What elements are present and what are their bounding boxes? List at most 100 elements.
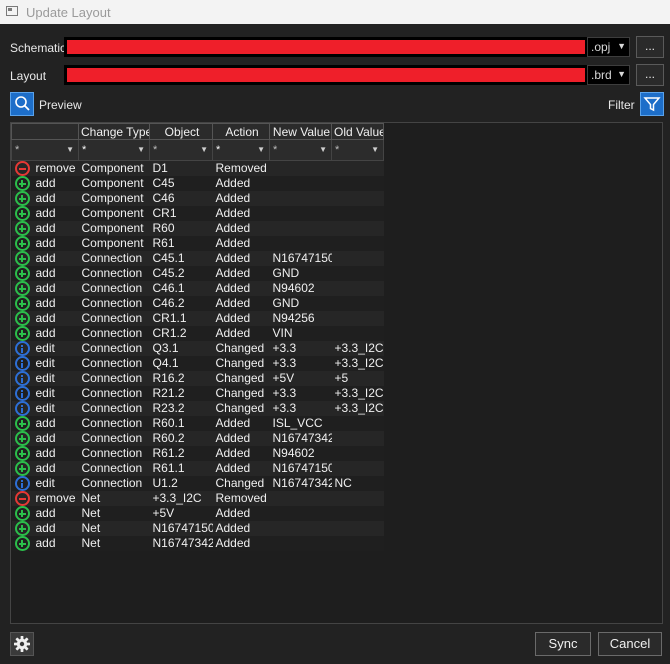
add-icon [14, 221, 30, 236]
change-object-kind-cell: Connection [78, 476, 150, 491]
new-value-cell [269, 176, 332, 191]
filter-label: Filter [608, 98, 635, 112]
new-value-cell: +3.3 [269, 386, 332, 401]
change-type-label: add [35, 191, 56, 205]
table-row[interactable]: add Connection R61.2 Added N94602 [11, 446, 384, 461]
change-object-kind-cell: Component [78, 176, 150, 191]
filter-old-value-select[interactable]: * ▼ [332, 140, 383, 160]
filter-object-select[interactable]: * ▼ [150, 140, 212, 160]
table-row[interactable]: edit Connection Q3.1 Changed +3.3 +3.3_I2C [11, 341, 384, 356]
object-cell: C46.1 [149, 281, 213, 296]
schematic-extension-select[interactable]: .opj ▼ [587, 37, 630, 57]
filter-change-type-select[interactable]: * ▼ [79, 140, 149, 160]
table-row[interactable]: add Connection R60.1 Added ISL_VCC [11, 416, 384, 431]
table-row[interactable]: add Component R60 Added [11, 221, 384, 236]
table-row[interactable]: add Component CR1 Added [11, 206, 384, 221]
old-value-cell: +3.3_I2C [331, 401, 384, 416]
preview-button[interactable] [10, 92, 34, 116]
filter-type-select[interactable]: * ▼ [12, 140, 78, 160]
layout-extension-select[interactable]: .brd ▼ [587, 65, 630, 85]
change-type-label: add [35, 311, 56, 325]
table-row[interactable]: add Net N16747150 Added [11, 521, 384, 536]
new-value-cell [269, 236, 332, 251]
schematic-browse-button[interactable]: ... [636, 36, 664, 58]
old-value-cell [331, 176, 384, 191]
search-icon [15, 96, 30, 111]
object-cell: R61.1 [149, 461, 213, 476]
change-type-label: edit [35, 386, 55, 400]
column-header-new-value[interactable]: New Value [269, 123, 332, 140]
add-icon [14, 461, 30, 476]
change-object-kind-cell: Component [78, 191, 150, 206]
table-row[interactable]: edit Connection R16.2 Changed +5V +5 [11, 371, 384, 386]
change-type-cell: add [11, 506, 79, 521]
action-cell: Added [212, 431, 270, 446]
table-row[interactable]: remove Net +3.3_I2C Removed [11, 491, 384, 506]
table-row[interactable]: add Connection C45.2 Added GND [11, 266, 384, 281]
new-value-cell: N94256 [269, 311, 332, 326]
table-row[interactable]: edit Connection R21.2 Changed +3.3 +3.3_I2C [11, 386, 384, 401]
table-row[interactable]: add Connection R61.1 Added N16747150 [11, 461, 384, 476]
table-row[interactable]: edit Connection R23.2 Changed +3.3 +3.3_I2C [11, 401, 384, 416]
layout-browse-button[interactable]: ... [636, 64, 664, 86]
settings-button[interactable] [10, 632, 34, 656]
change-type-label: add [35, 506, 56, 520]
change-object-kind-cell: Connection [78, 326, 150, 341]
layout-path-field[interactable] [64, 65, 588, 85]
table-row[interactable]: add Connection C45.1 Added N16747150 [11, 251, 384, 266]
table-row[interactable]: add Connection R60.2 Added N16747342 [11, 431, 384, 446]
table-row[interactable]: edit Connection Q4.1 Changed +3.3 +3.3_I2C [11, 356, 384, 371]
change-object-kind-cell: Connection [78, 386, 150, 401]
table-row[interactable]: add Connection C46.1 Added N94602 [11, 281, 384, 296]
table-row[interactable]: add Component C45 Added [11, 176, 384, 191]
add-icon [14, 326, 30, 341]
edit-icon [14, 341, 30, 356]
table-row[interactable]: add Net +5V Added [11, 506, 384, 521]
new-value-cell [269, 221, 332, 236]
schematic-path-field[interactable] [64, 37, 588, 57]
table-row[interactable]: add Net N16747342 Added [11, 536, 384, 551]
object-cell: CR1 [149, 206, 213, 221]
change-object-kind-cell: Connection [78, 461, 150, 476]
changes-table-area[interactable]: Change Type Object Action New Value Old … [10, 122, 663, 624]
table-row[interactable]: add Connection CR1.1 Added N94256 [11, 311, 384, 326]
cancel-button[interactable]: Cancel [598, 632, 662, 656]
column-header-change-type[interactable]: Change Type [78, 123, 150, 140]
table-row[interactable]: edit Connection U1.2 Changed N16747342 NC [11, 476, 384, 491]
sync-button[interactable]: Sync [535, 632, 591, 656]
table-row[interactable]: add Component C46 Added [11, 191, 384, 206]
change-object-kind-cell: Component [78, 221, 150, 236]
column-header-object[interactable]: Object [149, 123, 213, 140]
table-row[interactable]: add Connection C46.2 Added GND [11, 296, 384, 311]
object-cell: R16.2 [149, 371, 213, 386]
table-row[interactable]: add Connection CR1.2 Added VIN [11, 326, 384, 341]
filter-new-value-select[interactable]: * ▼ [270, 140, 331, 160]
schematic-label: Schematic [10, 41, 67, 55]
change-type-cell: edit [11, 386, 79, 401]
edit-icon [14, 401, 30, 416]
new-value-cell: N16747342 [269, 431, 332, 446]
table-row[interactable]: remove Component D1 Removed [11, 160, 384, 176]
column-header-action[interactable]: Action [212, 123, 270, 140]
object-cell: R61.2 [149, 446, 213, 461]
change-type-cell: edit [11, 476, 79, 491]
chevron-down-icon: ▼ [200, 145, 208, 154]
new-value-cell: N94602 [269, 281, 332, 296]
old-value-cell [331, 191, 384, 206]
change-object-kind-cell: Connection [78, 401, 150, 416]
column-header-icon[interactable] [11, 123, 79, 140]
window-icon [6, 6, 18, 16]
object-cell: R60.2 [149, 431, 213, 446]
table-row[interactable]: add Component R61 Added [11, 236, 384, 251]
filter-action-select[interactable]: * ▼ [213, 140, 269, 160]
column-header-old-value[interactable]: Old Value [331, 123, 384, 140]
object-cell: C45.1 [149, 251, 213, 266]
schematic-extension-value: .opj [591, 40, 611, 54]
action-cell: Changed [212, 476, 270, 491]
add-icon [14, 236, 30, 251]
change-type-label: add [35, 266, 56, 280]
filter-button[interactable] [640, 92, 664, 116]
new-value-cell [269, 536, 332, 551]
change-object-kind-cell: Net [78, 536, 150, 551]
new-value-cell [269, 491, 332, 506]
